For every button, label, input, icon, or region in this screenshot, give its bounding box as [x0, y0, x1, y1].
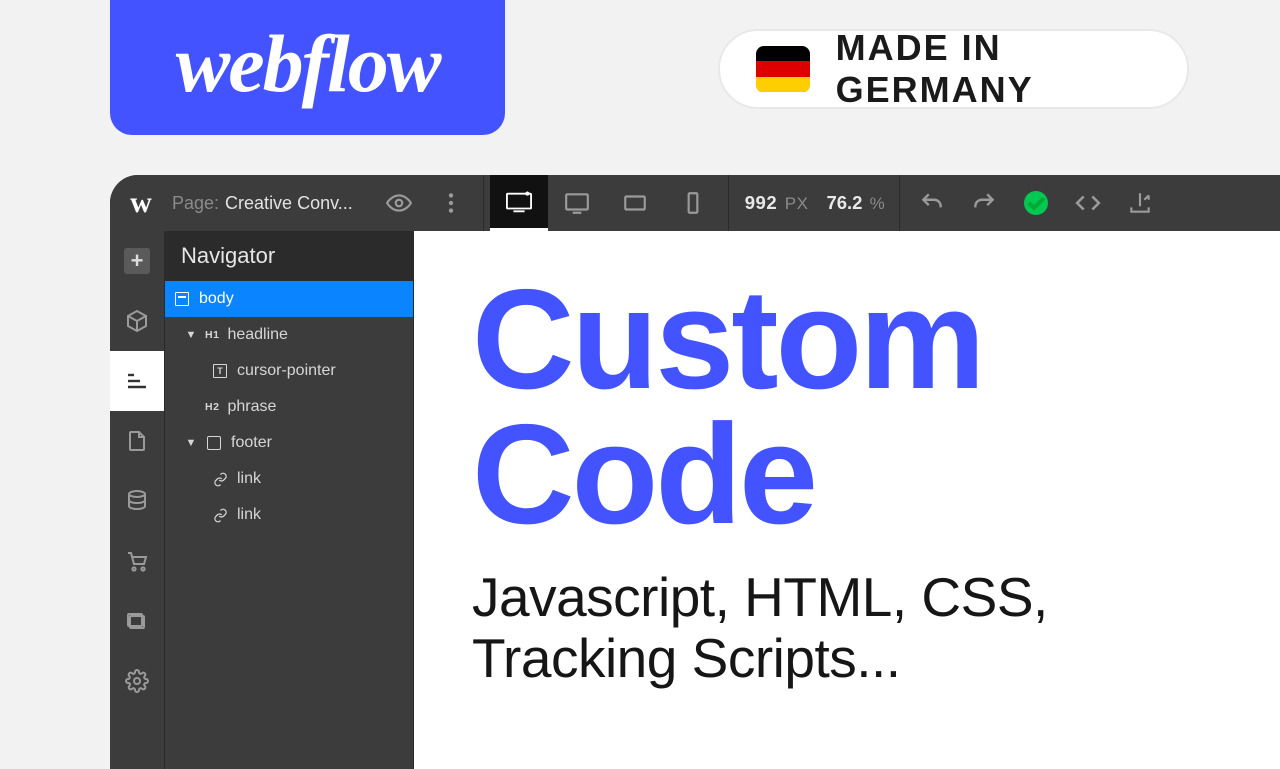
- h1-tag-icon: H1: [205, 329, 219, 341]
- rail-symbols-icon[interactable]: [110, 291, 164, 351]
- export-icon[interactable]: [1114, 175, 1166, 231]
- device-tablet-button[interactable]: [606, 175, 664, 231]
- tree-label: cursor-pointer: [237, 362, 336, 380]
- tree-label: body: [199, 290, 234, 308]
- tree-node-link-1[interactable]: link: [165, 461, 413, 497]
- tree-label: footer: [231, 434, 272, 452]
- redo-icon[interactable]: [958, 175, 1010, 231]
- tree-label: link: [237, 470, 261, 488]
- canvas-width-unit: PX: [785, 194, 809, 213]
- promo-sub-line1: Javascript, HTML, CSS,: [472, 567, 1280, 629]
- separator: [899, 175, 900, 231]
- h2-tag-icon: H2: [205, 401, 219, 413]
- germany-flag-icon: [756, 46, 810, 93]
- webflow-badge: webflow: [110, 0, 505, 135]
- zoom-value: 76.2: [826, 192, 862, 213]
- rail-settings-icon[interactable]: [110, 651, 164, 711]
- caret-down-icon[interactable]: ▼: [185, 437, 197, 449]
- editor-topbar: w Page: Creative Conv... 992 PX 76.2: [110, 175, 1280, 231]
- tree-label: headline: [227, 326, 288, 344]
- div-icon: [205, 434, 223, 452]
- tree-label: phrase: [227, 398, 276, 416]
- page-prefix-label: Page:: [172, 193, 219, 214]
- page-icon: [173, 290, 191, 308]
- device-desktop-large-button[interactable]: [490, 175, 548, 231]
- page-name[interactable]: Creative Conv...: [225, 193, 353, 214]
- germany-label: MADE IN GERMANY: [836, 27, 1151, 111]
- preview-eye-icon[interactable]: [373, 175, 425, 231]
- rail-pages-icon[interactable]: [110, 411, 164, 471]
- germany-badge: MADE IN GERMANY: [718, 29, 1189, 109]
- tree-node-headline[interactable]: ▼ H1 headline: [165, 317, 413, 353]
- editor-window: w Page: Creative Conv... 992 PX 76.2: [110, 175, 1280, 769]
- tree-label: link: [237, 506, 261, 524]
- publish-status-icon[interactable]: [1010, 175, 1062, 231]
- tree-node-cursor-pointer[interactable]: T cursor-pointer: [165, 353, 413, 389]
- zoom-unit: %: [870, 194, 885, 213]
- promo-sub-line2: Tracking Scripts...: [472, 628, 1280, 690]
- promo-heading-line1: Custom: [472, 273, 1280, 408]
- rail-navigator-icon[interactable]: [110, 351, 164, 411]
- navigator-panel: Navigator body ▼ H1 headline T cursor-po…: [164, 231, 414, 769]
- separator: [728, 175, 729, 231]
- rail-add-button[interactable]: +: [110, 231, 164, 291]
- webflow-w-icon[interactable]: w: [124, 186, 158, 220]
- tree-node-phrase[interactable]: H2 phrase: [165, 389, 413, 425]
- rail-ecommerce-icon[interactable]: [110, 531, 164, 591]
- link-icon: [211, 470, 229, 488]
- more-menu-icon[interactable]: [425, 175, 477, 231]
- canvas-width-value: 992: [745, 192, 777, 213]
- rail-cms-icon[interactable]: [110, 471, 164, 531]
- code-icon[interactable]: [1062, 175, 1114, 231]
- separator: [483, 175, 484, 231]
- promo-heading: Custom Code: [472, 273, 1280, 543]
- navigator-tree: body ▼ H1 headline T cursor-pointer H2 p…: [165, 281, 413, 533]
- rail-assets-icon[interactable]: [110, 591, 164, 651]
- caret-down-icon[interactable]: ▼: [185, 329, 197, 341]
- device-desktop-button[interactable]: [548, 175, 606, 231]
- canvas-width-display[interactable]: 992 PX: [745, 192, 809, 214]
- link-icon: [211, 506, 229, 524]
- tree-node-body[interactable]: body: [165, 281, 413, 317]
- tree-node-footer[interactable]: ▼ footer: [165, 425, 413, 461]
- webflow-logo-text: webflow: [176, 17, 440, 111]
- undo-icon[interactable]: [906, 175, 958, 231]
- tree-node-link-2[interactable]: link: [165, 497, 413, 533]
- navigator-title: Navigator: [165, 231, 413, 281]
- promo-heading-line2: Code: [472, 408, 1280, 543]
- left-tool-rail: +: [110, 231, 164, 769]
- promo-subheading: Javascript, HTML, CSS, Tracking Scripts.…: [472, 567, 1280, 690]
- zoom-display[interactable]: 76.2 %: [826, 192, 884, 214]
- device-mobile-button[interactable]: [664, 175, 722, 231]
- text-icon: T: [211, 362, 229, 380]
- canvas-area: Custom Code Javascript, HTML, CSS, Track…: [414, 231, 1280, 769]
